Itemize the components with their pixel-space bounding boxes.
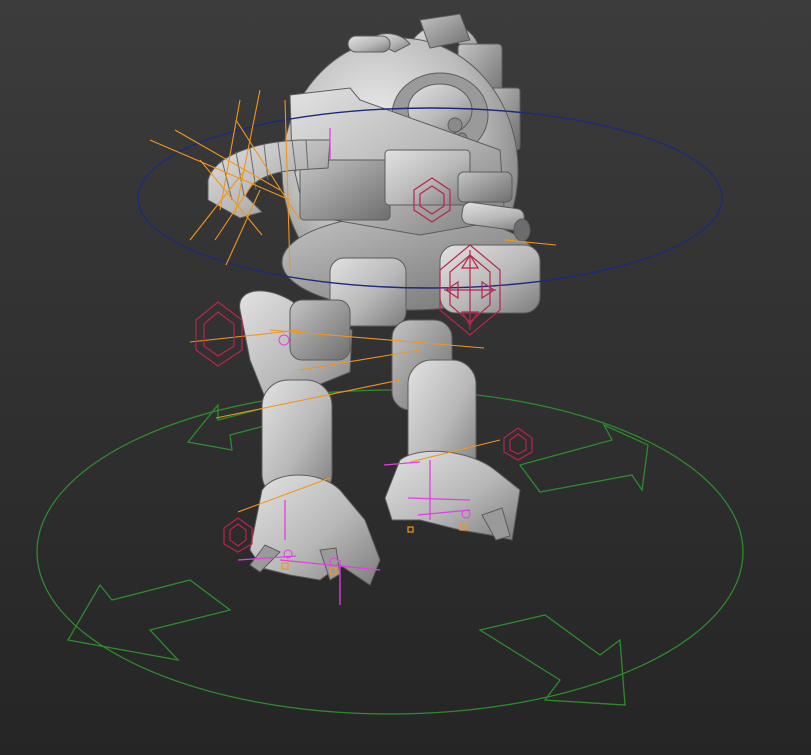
viewport-scene[interactable] — [0, 0, 811, 755]
3d-viewport[interactable] — [0, 0, 811, 755]
